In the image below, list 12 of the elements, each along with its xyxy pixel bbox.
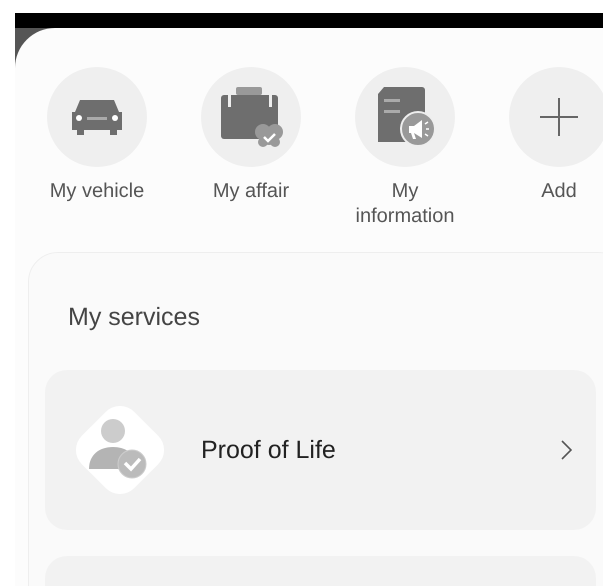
service-title: Proof of Life xyxy=(201,436,337,464)
service-row[interactable]: Proof of Life xyxy=(45,370,596,530)
shortcut-label: My vehicle xyxy=(48,179,146,204)
chevron-right-icon xyxy=(561,440,572,460)
person-check-icon xyxy=(87,417,149,479)
car-icon xyxy=(70,98,124,136)
briefcase-icon xyxy=(219,87,283,147)
section-title: My services xyxy=(67,303,201,332)
shortcut-label: Add xyxy=(540,179,578,204)
shortcut-label: My information xyxy=(354,179,456,229)
shortcut-label: My affair xyxy=(212,179,290,204)
plus-icon xyxy=(540,98,578,136)
